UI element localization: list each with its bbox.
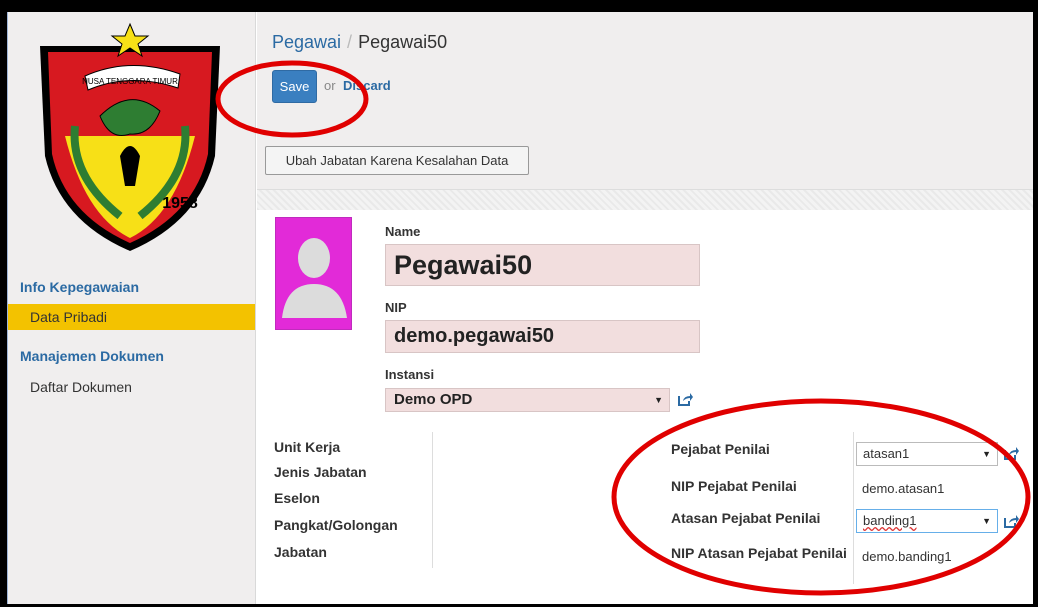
sidebar-item-daftar-dokumen[interactable]: Daftar Dokumen [8, 374, 255, 400]
logo-text: NUSA TENGGARA TIMUR [82, 77, 178, 86]
external-link-icon[interactable] [1003, 514, 1019, 528]
external-link-icon[interactable] [677, 392, 693, 406]
logo-year: 1958 [162, 195, 198, 212]
nip-pejabat-penilai-label: NIP Pejabat Penilai [671, 478, 797, 494]
sidebar-item-data-pribadi[interactable]: Data Pribadi [8, 304, 255, 330]
instansi-label: Instansi [385, 367, 435, 382]
nip-field[interactable]: demo.pegawai50 [385, 320, 700, 353]
or-text: or [324, 78, 336, 93]
column-divider [432, 432, 433, 568]
pejabat-penilai-value: atasan1 [863, 446, 910, 461]
atasan-pejabat-penilai-value: banding1 [863, 513, 917, 528]
nip-pejabat-penilai-value: demo.atasan1 [862, 481, 945, 496]
ubah-jabatan-button[interactable]: Ubah Jabatan Karena Kesalahan Data [265, 146, 529, 175]
app-window: NUSA TENGGARA TIMUR 1958 Info Kepegawaia… [7, 12, 1033, 604]
name-label: Name [385, 224, 421, 239]
pangkat-golongan-label: Pangkat/Golongan [274, 517, 398, 533]
control-panel: Pegawai / Pegawai50 Save or Discard Ubah J… [257, 12, 1033, 190]
save-button[interactable]: Save [272, 70, 317, 103]
avatar-placeholder-icon [282, 238, 347, 318]
instansi-value: Demo OPD [394, 391, 473, 408]
caret-down-icon: ▼ [982, 449, 991, 459]
breadcrumb-separator: / [347, 32, 353, 52]
nip-atasan-pejabat-penilai-value: demo.banding1 [862, 549, 952, 564]
employee-photo[interactable] [275, 217, 352, 330]
unit-kerja-label: Unit Kerja [274, 439, 341, 455]
atasan-pejabat-penilai-label: Atasan Pejabat Penilai [671, 510, 821, 526]
jenis-jabatan-label: Jenis Jabatan [274, 464, 367, 480]
nip-atasan-pejabat-penilai-label: NIP Atasan Pejabat Penilai [671, 545, 847, 561]
jabatan-label: Jabatan [274, 544, 327, 560]
name-field[interactable]: Pegawai50 [385, 244, 700, 286]
caret-down-icon: ▼ [982, 516, 991, 526]
external-link-icon[interactable] [1003, 446, 1019, 460]
pejabat-penilai-label: Pejabat Penilai [671, 441, 770, 457]
caret-down-icon: ▼ [654, 395, 663, 405]
column-divider [853, 432, 854, 584]
breadcrumb-link-pegawai[interactable]: Pegawai [272, 32, 341, 52]
discard-link[interactable]: Discard [343, 78, 391, 93]
statusbar-stripe [257, 190, 1033, 210]
sidebar-section-info-kepegawaian: Info Kepegawaian [20, 279, 140, 295]
nip-label: NIP [385, 300, 407, 315]
atasan-pejabat-penilai-select[interactable]: banding1 ▼ [856, 509, 998, 533]
sidebar-section-manajemen-dokumen: Manajemen Dokumen [20, 348, 164, 364]
annotation-circle-pejabat [611, 398, 1031, 596]
sidebar: NUSA TENGGARA TIMUR 1958 Info Kepegawaia… [7, 12, 256, 604]
breadcrumb: Pegawai / Pegawai50 [272, 32, 447, 53]
breadcrumb-current: Pegawai50 [358, 32, 448, 52]
province-logo: NUSA TENGGARA TIMUR 1958 [40, 22, 220, 251]
pejabat-penilai-select[interactable]: atasan1 ▼ [856, 442, 998, 466]
eselon-label: Eselon [274, 490, 320, 506]
instansi-select[interactable]: Demo OPD ▼ [385, 388, 670, 412]
